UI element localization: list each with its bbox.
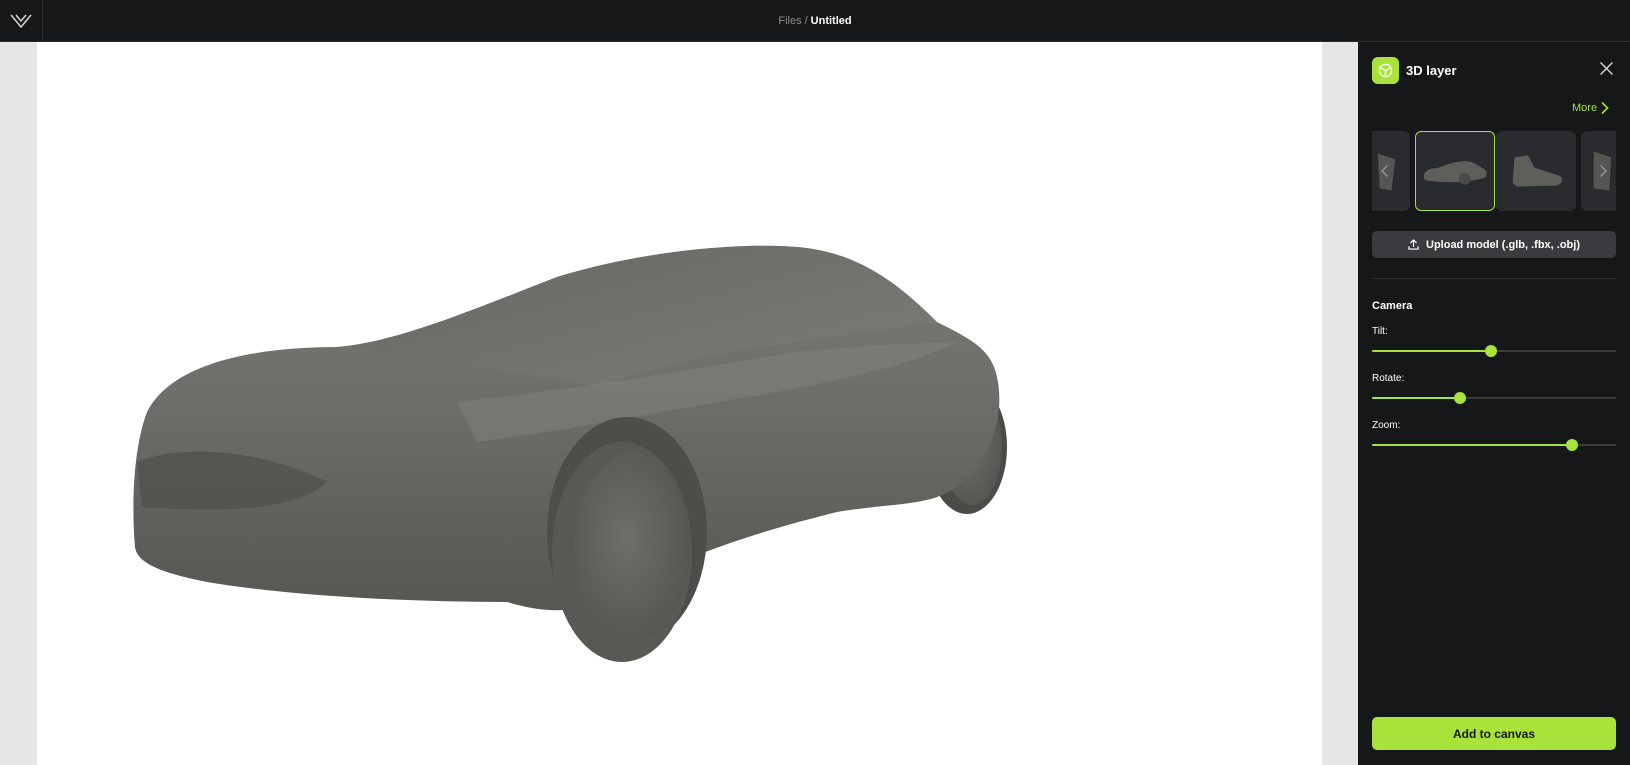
breadcrumb: Files / Untitled <box>0 0 1630 42</box>
more-link[interactable]: More <box>1572 100 1609 116</box>
3d-viewport[interactable] <box>37 42 1322 765</box>
model-thumbnail-car[interactable] <box>1415 131 1495 211</box>
cube-icon <box>1372 57 1399 84</box>
car-model <box>133 245 1007 662</box>
upload-model-button[interactable]: Upload model (.glb, .fbx, .obj) <box>1372 231 1616 258</box>
rotate-label: Rotate: <box>1372 373 1405 384</box>
upload-model-label: Upload model (.glb, .fbx, .obj) <box>1426 238 1580 251</box>
more-label: More <box>1572 102 1598 114</box>
tilt-label: Tilt: <box>1372 326 1388 337</box>
tilt-slider[interactable] <box>1372 344 1616 358</box>
canvas-sheet <box>37 42 1322 765</box>
model-carousel <box>1372 131 1616 211</box>
panel-title: 3D layer <box>1406 63 1457 78</box>
rotate-slider-thumb[interactable] <box>1453 392 1466 404</box>
breadcrumb-separator: / <box>804 15 808 27</box>
3d-layer-panel: 3D layer More Upload model (.glb, .fbx, … <box>1358 42 1630 765</box>
tilt-slider-thumb[interactable] <box>1484 345 1497 357</box>
chevron-right-icon <box>1601 102 1609 114</box>
carousel-prev-icon[interactable] <box>1376 161 1394 181</box>
upload-icon <box>1408 239 1419 250</box>
zoom-label: Zoom: <box>1372 420 1401 431</box>
canvas-area <box>0 42 1358 765</box>
close-icon[interactable] <box>1596 58 1616 78</box>
top-bar: Files / Untitled <box>0 0 1630 42</box>
rotate-slider[interactable] <box>1372 391 1616 405</box>
add-to-canvas-button[interactable]: Add to canvas <box>1372 717 1616 750</box>
breadcrumb-files[interactable]: Files <box>778 15 801 27</box>
breadcrumb-current-file: Untitled <box>810 15 852 27</box>
panel-divider <box>1372 278 1616 279</box>
zoom-slider-thumb[interactable] <box>1566 439 1579 451</box>
zoom-slider[interactable] <box>1372 438 1616 452</box>
camera-heading: Camera <box>1372 300 1413 312</box>
carousel-next-icon[interactable] <box>1594 161 1612 181</box>
model-thumbnail-sneaker[interactable] <box>1496 131 1576 211</box>
